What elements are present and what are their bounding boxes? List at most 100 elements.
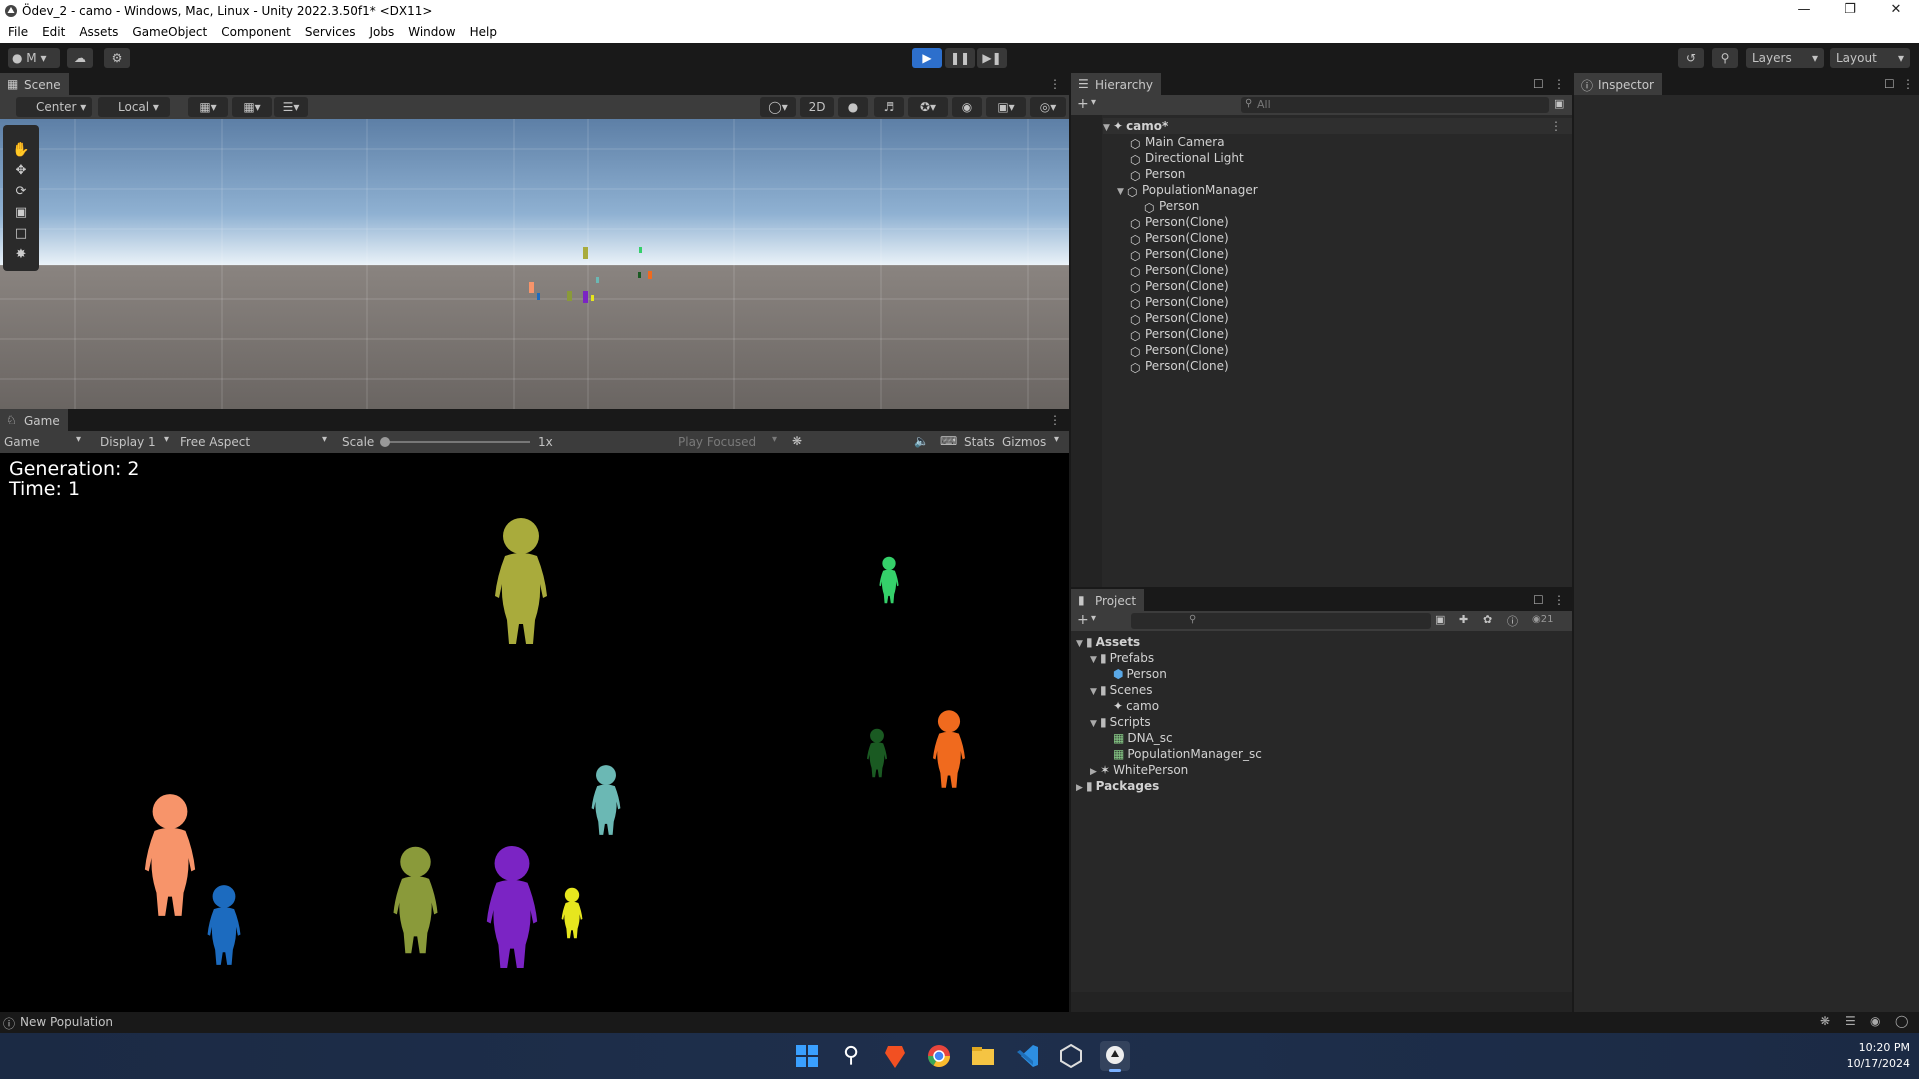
tree-item[interactable]: ⬡ Person [1144, 198, 1199, 215]
tree-item[interactable]: ⬡ Person(Clone) [1130, 294, 1229, 311]
progress-icon[interactable]: ◉ [1870, 1014, 1880, 1028]
more-menu-icon[interactable]: ⋮ [1902, 77, 1914, 91]
brave-browser-icon[interactable] [880, 1041, 910, 1071]
layers-dropdown[interactable]: Layers ▾ [1746, 48, 1824, 68]
rect-tool-icon[interactable]: □ [8, 226, 34, 246]
gizmos-icon[interactable]: ◎▾ [1030, 97, 1066, 117]
favorite-icon[interactable]: ✿ [1483, 613, 1492, 626]
tree-item[interactable]: ✦ camo [1113, 698, 1159, 714]
unity-hub-icon[interactable] [1056, 1041, 1086, 1071]
layout-dropdown[interactable]: Layout ▾ [1830, 48, 1910, 68]
lock-icon[interactable]: ☐ [1533, 77, 1544, 91]
tree-item[interactable]: ▦ PopulationManager_sc [1113, 746, 1262, 762]
restore-icon[interactable]: ❐ [1827, 0, 1873, 22]
move-tool-icon[interactable]: ✥ [8, 163, 34, 183]
collab-icon[interactable]: ⚙ [104, 48, 130, 68]
info-icon[interactable]: ⓘ [1507, 613, 1518, 629]
tree-item[interactable]: ▦ DNA_sc [1113, 730, 1173, 746]
audio-icon[interactable]: ♬ [874, 97, 904, 117]
keyboard-icon[interactable]: ⌨ [940, 434, 957, 448]
menu-edit[interactable]: Edit [34, 22, 71, 39]
clock-time[interactable]: 10:20 PM [1810, 1041, 1910, 1054]
tree-item[interactable]: ▶ ✶ WhitePerson [1090, 762, 1188, 778]
vscode-icon[interactable] [1012, 1041, 1042, 1071]
tree-folder[interactable]: ▶ ▮ Packages [1076, 778, 1159, 794]
tab-project[interactable]: ▮ Project [1071, 589, 1145, 611]
game-view-dropdown[interactable]: Game [4, 435, 40, 449]
shading-mode-icon[interactable]: ◯▾ [760, 97, 796, 117]
lighting-icon[interactable]: ● [838, 97, 868, 117]
rotate-tool-icon[interactable]: ⟳ [8, 184, 34, 204]
unity-editor-icon[interactable] [1100, 1041, 1130, 1072]
gizmos-button[interactable]: Gizmos [1002, 435, 1046, 449]
file-explorer-icon[interactable] [968, 1041, 998, 1071]
tree-item[interactable]: ⬡ Person(Clone) [1130, 214, 1229, 231]
menu-gameobject[interactable]: GameObject [124, 22, 213, 39]
tree-folder[interactable]: ▼ ▮ Scripts [1090, 714, 1151, 730]
hidden-packages-icon[interactable]: ◉21 [1532, 614, 1553, 625]
close-icon[interactable]: ✕ [1873, 0, 1919, 22]
tab-scene[interactable]: ▦ Scene [0, 73, 69, 95]
tab-inspector[interactable]: ⓘ Inspector [1574, 73, 1662, 95]
search-by-type-icon[interactable]: ▣ [1435, 613, 1445, 626]
transform-tool-icon[interactable]: ✸ [8, 247, 34, 267]
mute-audio-icon[interactable]: 🔈 [914, 434, 929, 448]
more-menu-icon[interactable]: ⋮ [1550, 118, 1562, 134]
lock-icon[interactable]: ☐ [1533, 593, 1544, 607]
search-icon[interactable]: ⚲ [836, 1041, 866, 1071]
cache-icon[interactable]: ☰ [1845, 1014, 1856, 1028]
play-focused-dropdown[interactable]: Play Focused [678, 435, 756, 449]
windows-start-icon[interactable] [792, 1041, 822, 1071]
step-button[interactable]: ▶❚ [977, 48, 1007, 68]
tab-game[interactable]: ♘ Game [0, 409, 68, 431]
bug-icon[interactable]: ❋ [1820, 1014, 1830, 1028]
more-menu-icon[interactable]: ⋮ [1049, 413, 1061, 427]
tree-item[interactable]: ⬡ Person(Clone) [1130, 230, 1229, 247]
history-icon[interactable]: ↺ [1678, 48, 1704, 68]
grid-snap-icon[interactable]: ▦▾ [188, 97, 228, 117]
search-by-label-icon[interactable]: ✚ [1459, 613, 1468, 626]
bug-icon[interactable]: ❋ [792, 434, 802, 448]
menu-assets[interactable]: Assets [71, 22, 124, 39]
menu-services[interactable]: Services [297, 22, 362, 39]
menu-component[interactable]: Component [213, 22, 297, 39]
play-button[interactable]: ▶ [912, 48, 942, 68]
scale-slider-handle[interactable] [380, 437, 390, 447]
scene-root-row[interactable]: ▼ ✦ camo* ⋮ [1103, 118, 1572, 134]
tree-item[interactable]: ▼ ⬡ PopulationManager [1117, 182, 1258, 199]
camera-icon[interactable]: ▣▾ [986, 97, 1026, 117]
menu-file[interactable]: File [0, 22, 34, 39]
display-dropdown[interactable]: Display 1 [100, 435, 156, 449]
scale-slider[interactable] [384, 441, 530, 443]
aspect-dropdown[interactable]: Free Aspect [180, 435, 250, 449]
space-dropdown[interactable]: Local ▾ [98, 97, 170, 117]
tree-item[interactable]: ⬡ Person(Clone) [1130, 358, 1229, 375]
pause-button[interactable]: ❚❚ [945, 48, 975, 68]
visibility-icon[interactable]: ◉ [952, 97, 982, 117]
menu-window[interactable]: Window [400, 22, 461, 39]
hierarchy-search-input[interactable]: ⚲ All [1241, 97, 1549, 113]
tree-item[interactable]: ⬡ Directional Light [1130, 150, 1244, 167]
lock-icon[interactable]: ☐ [1884, 77, 1895, 91]
tree-item[interactable]: ⬡ Person(Clone) [1130, 246, 1229, 263]
clock-date[interactable]: 10/17/2024 [1810, 1057, 1910, 1070]
more-menu-icon[interactable]: ⋮ [1553, 77, 1565, 91]
increment-snap-icon[interactable]: ☰▾ [274, 97, 308, 117]
scene-search-icon[interactable]: ▣ [1554, 97, 1564, 110]
grid-visibility-icon[interactable]: ▦▾ [232, 97, 272, 117]
toggle-2d-button[interactable]: 2D [800, 97, 834, 117]
notification-icon[interactable]: ◯ [1895, 1014, 1908, 1028]
search-icon[interactable]: ⚲ [1712, 48, 1738, 68]
project-search-input[interactable]: ⚲ [1131, 613, 1431, 629]
tree-item[interactable]: ⬡ Person(Clone) [1130, 278, 1229, 295]
menu-jobs[interactable]: Jobs [362, 22, 401, 39]
game-viewport[interactable]: Generation: 2 Time: 1 [0, 453, 1069, 1012]
hand-tool-icon[interactable]: ✋ [8, 142, 34, 162]
tree-folder[interactable]: ▼ ▮ Assets [1076, 634, 1140, 650]
add-icon[interactable]: + [1077, 96, 1089, 112]
tree-item[interactable]: ⬡ Person(Clone) [1130, 342, 1229, 359]
stats-button[interactable]: Stats [964, 435, 995, 449]
tree-item[interactable]: ⬡ Person(Clone) [1130, 326, 1229, 343]
pivot-dropdown[interactable]: Center ▾ [16, 97, 92, 117]
scale-tool-icon[interactable]: ▣ [8, 205, 34, 225]
